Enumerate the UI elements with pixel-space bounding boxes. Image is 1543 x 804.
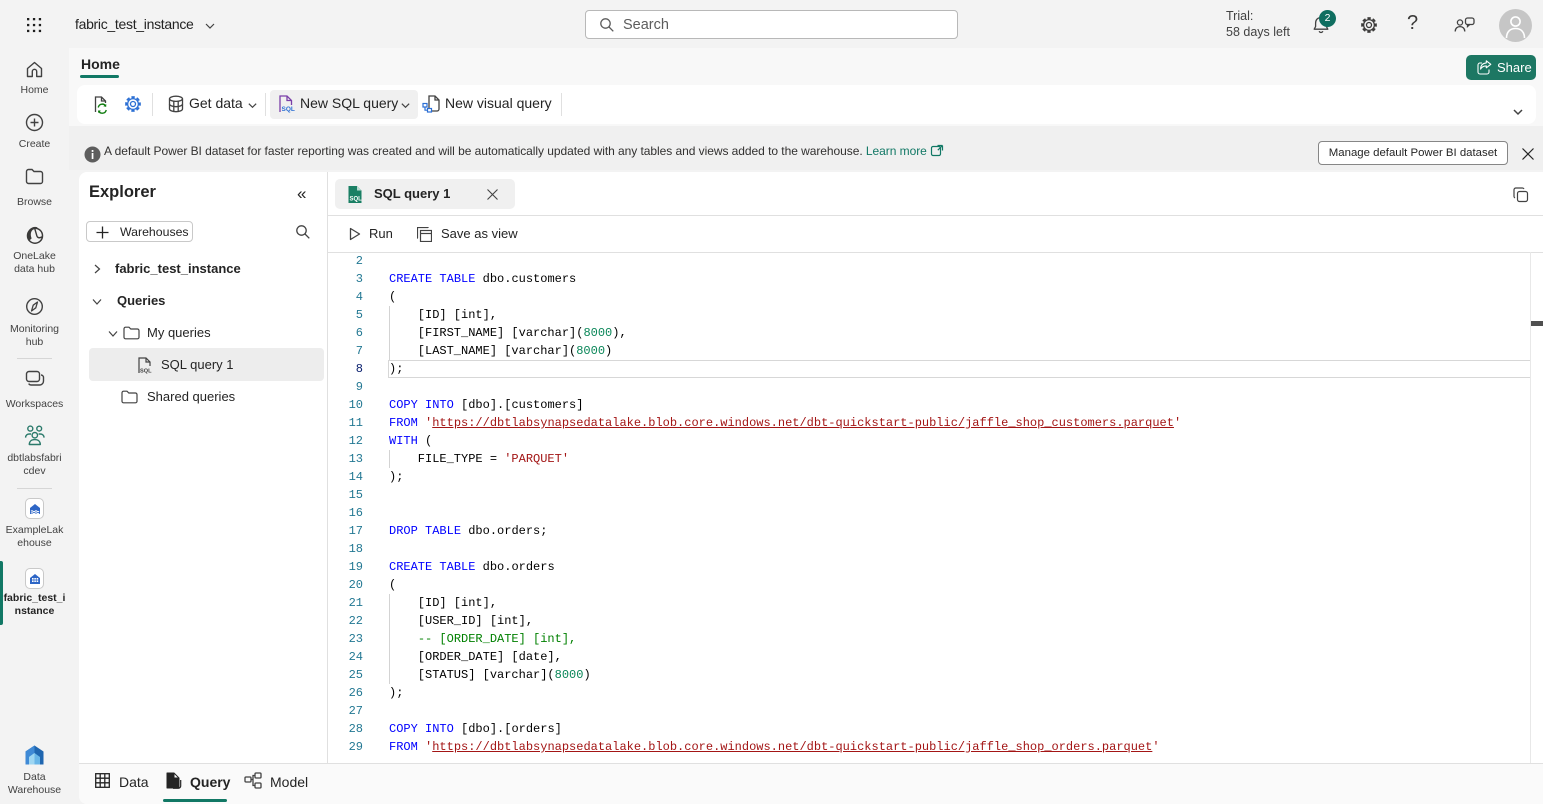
svg-text:SQL: SQL [282,106,295,113]
svg-text:SQL: SQL [140,368,152,374]
svg-text:SQL: SQL [350,197,363,203]
